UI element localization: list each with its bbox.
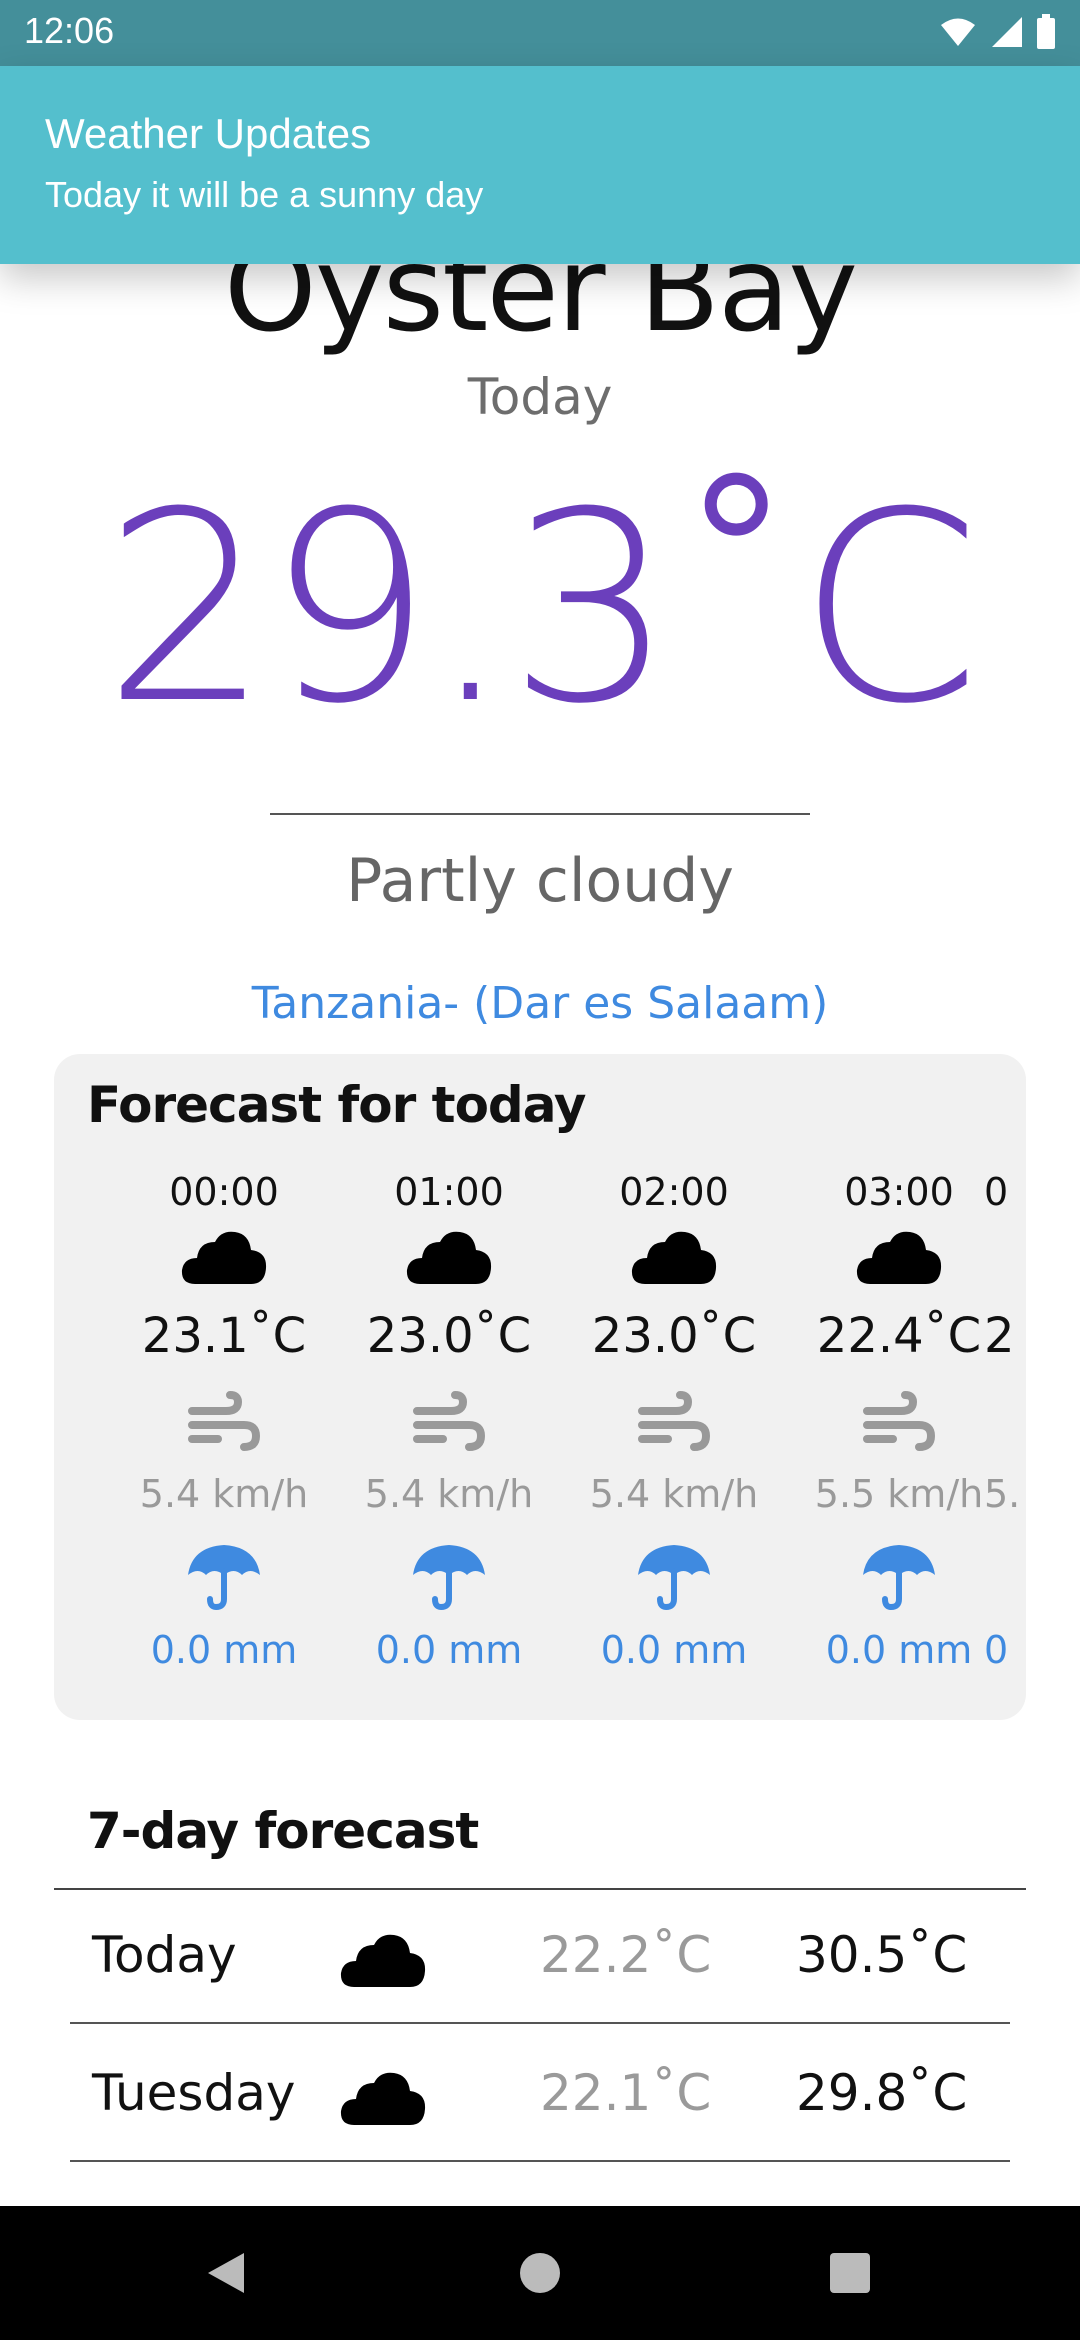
wind-icon — [413, 1391, 485, 1451]
divider — [70, 2022, 1010, 2024]
notification-banner[interactable]: Weather Updates Today it will be a sunny… — [0, 66, 1080, 264]
day-high-temp: 29.8˚C — [796, 2064, 968, 2122]
hour-item-partial: 0 2 5. 0 — [984, 1164, 1026, 1678]
hour-temperature: 23.0˚C — [591, 1308, 757, 1364]
hour-precipitation: 0 — [984, 1628, 1009, 1672]
home-button[interactable] — [480, 2206, 600, 2340]
hour-time: 00:00 — [169, 1170, 279, 1214]
notification-text: Today it will be a sunny day — [45, 174, 484, 215]
cloud-icon — [340, 2072, 426, 2125]
cloud-icon — [340, 1934, 426, 1987]
hour-time: 02:00 — [619, 1170, 729, 1214]
hour-temperature: 23.0˚C — [366, 1308, 532, 1364]
hour-wind-speed: 5.5 km/h — [814, 1472, 984, 1516]
hour-temperature: 2 — [984, 1308, 1015, 1364]
status-time: 12:06 — [24, 10, 115, 51]
weekly-forecast-title: 7-day forecast — [87, 1802, 479, 1860]
hour-precipitation: 0.0 mm — [150, 1628, 298, 1672]
signal-icon — [992, 17, 1022, 47]
hour-item: 03:00 22.4˚C 5.5 km/h 0.0 mm — [799, 1164, 999, 1678]
hourly-forecast-card[interactable]: Forecast for today 00:00 23.1˚C 5.4 km/h… — [54, 1054, 1026, 1720]
hour-temperature: 23.1˚C — [141, 1308, 307, 1364]
hour-time: 03:00 — [844, 1170, 954, 1214]
hour-wind-speed: 5.4 km/h — [364, 1472, 534, 1516]
day-name: Today — [92, 1926, 237, 1984]
back-button[interactable] — [166, 2206, 286, 2340]
day-low-temp: 22.1˚C — [540, 2064, 712, 2122]
back-icon — [208, 2253, 244, 2293]
hour-wind-speed: 5.4 km/h — [589, 1472, 759, 1516]
status-bar: 12:06 — [0, 0, 1080, 66]
recents-button[interactable] — [790, 2206, 910, 2340]
hour-precipitation: 0.0 mm — [375, 1628, 523, 1672]
hour-precipitation: 0.0 mm — [600, 1628, 748, 1672]
hour-time: 01:00 — [394, 1170, 504, 1214]
day-row[interactable]: Tuesday 22.1˚C 29.8˚C — [70, 2026, 1010, 2162]
divider — [270, 813, 810, 815]
hour-item: 00:00 23.1˚C 5.4 km/h 0.0 mm — [124, 1164, 324, 1678]
hour-temperature: 22.4˚C — [816, 1308, 982, 1364]
umbrella-icon — [413, 1545, 485, 1611]
umbrella-icon — [863, 1545, 935, 1611]
cloud-icon — [406, 1231, 492, 1284]
battery-icon — [1037, 14, 1055, 49]
cloud-icon — [856, 1231, 942, 1284]
current-temperature: 29.3˚C — [103, 456, 980, 761]
wind-icon — [188, 1391, 260, 1451]
hour-item: 02:00 23.0˚C 5.4 km/h 0.0 mm — [574, 1164, 774, 1678]
hour-wind-speed: 5.4 km/h — [139, 1472, 309, 1516]
hour-time: 0 — [984, 1170, 1009, 1214]
day-high-temp: 30.5˚C — [796, 1926, 968, 1984]
umbrella-icon — [638, 1545, 710, 1611]
hour-item: 01:00 23.0˚C 5.4 km/h 0.0 mm — [349, 1164, 549, 1678]
hourly-forecast-list[interactable]: 00:00 23.1˚C 5.4 km/h 0.0 mm 01:00 23.0˚… — [54, 1164, 1026, 1720]
wifi-icon — [941, 18, 975, 46]
day-low-temp: 22.2˚C — [540, 1926, 712, 1984]
wind-icon — [863, 1391, 935, 1451]
hourly-forecast-title: Forecast for today — [87, 1076, 587, 1134]
hour-precipitation: 0.0 mm — [825, 1628, 973, 1672]
umbrella-icon — [188, 1545, 260, 1611]
day-row[interactable]: Today 22.2˚C 30.5˚C — [70, 1888, 1010, 2024]
home-icon — [520, 2253, 560, 2293]
notification-title: Weather Updates — [45, 110, 372, 157]
location-link[interactable]: Tanzania- (Dar es Salaam) — [0, 978, 1080, 1029]
cloud-icon — [631, 1231, 717, 1284]
wind-icon — [638, 1391, 710, 1451]
day-label: Today — [467, 368, 613, 426]
cloud-icon — [181, 1231, 267, 1284]
hour-wind-speed: 5. — [984, 1472, 1021, 1516]
status-icons — [940, 14, 1056, 50]
recents-icon — [830, 2253, 870, 2293]
day-name: Tuesday — [92, 2064, 296, 2122]
divider — [70, 2160, 1010, 2162]
weather-condition: Partly cloudy — [346, 846, 734, 916]
navigation-bar — [0, 2206, 1080, 2340]
